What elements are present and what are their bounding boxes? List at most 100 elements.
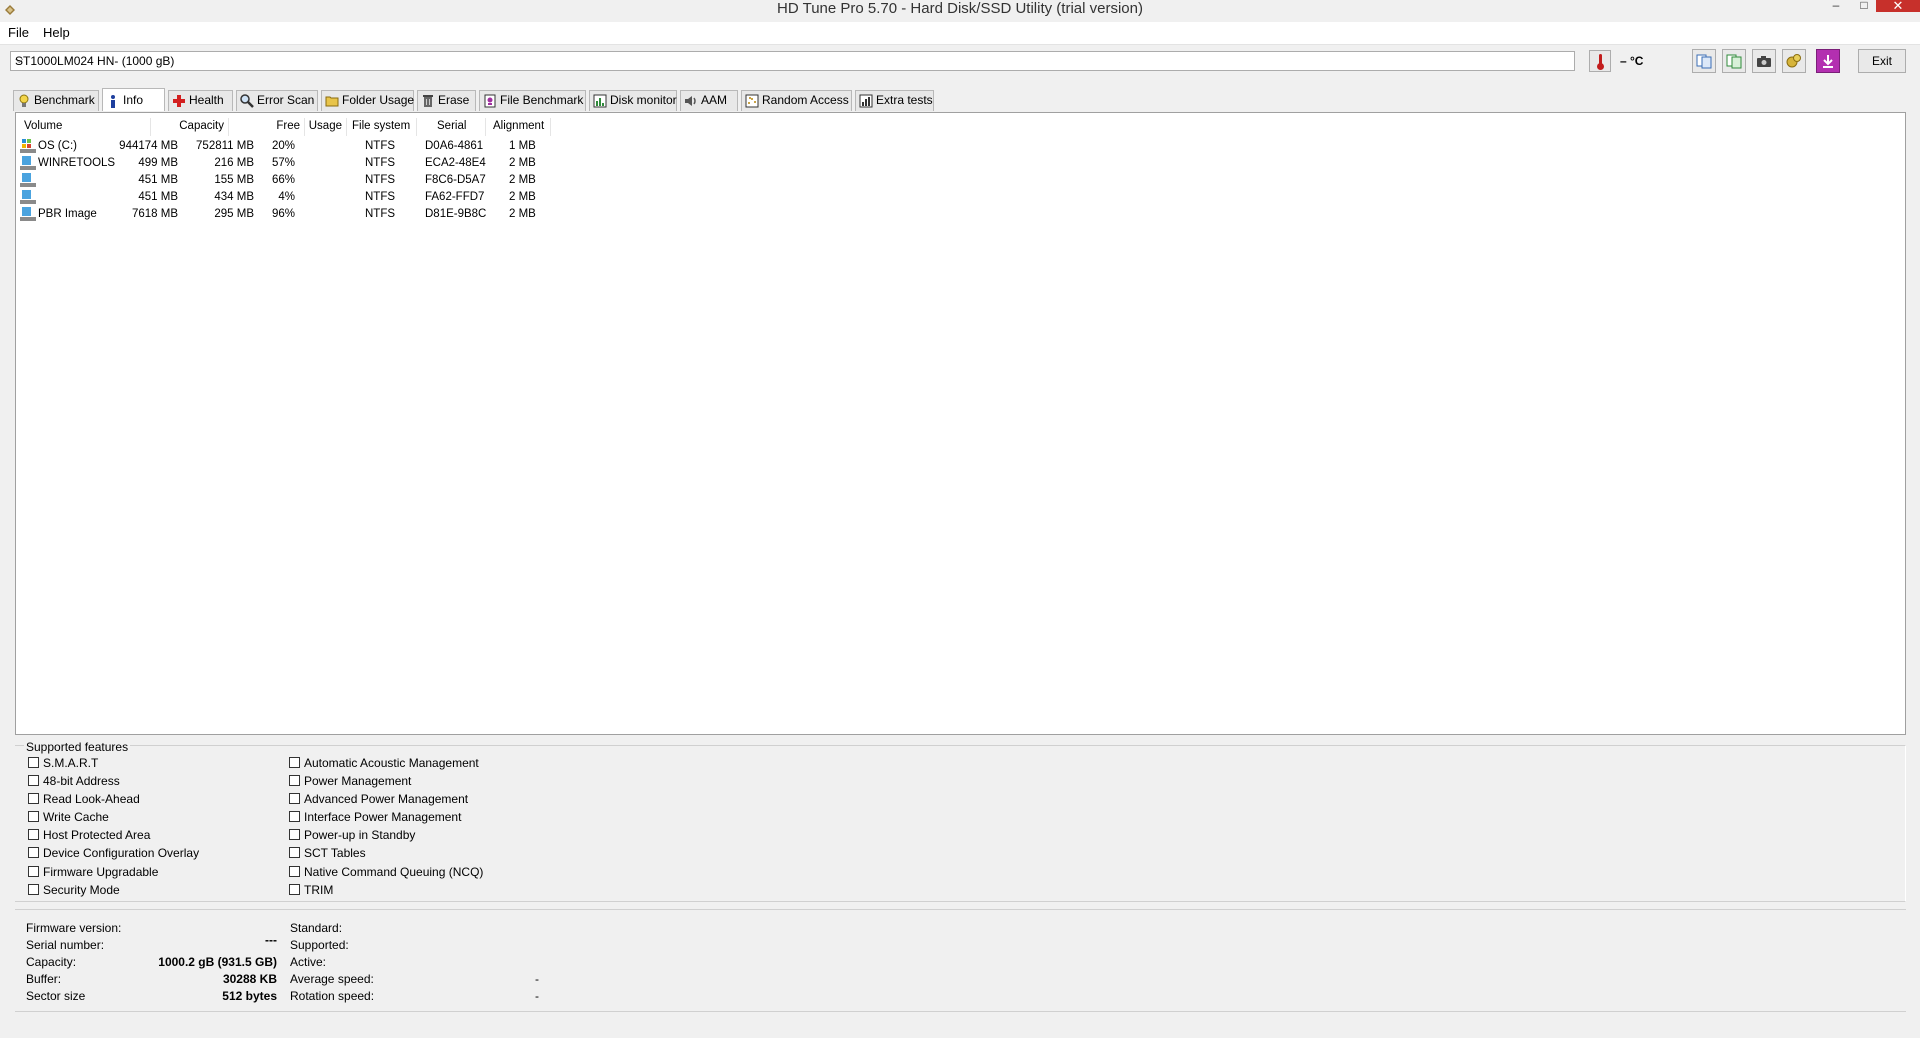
close-button[interactable]: ✕	[1876, 0, 1920, 12]
tab-label: Health	[189, 93, 224, 107]
checkbox[interactable]	[289, 811, 300, 822]
checkbox[interactable]	[28, 866, 39, 877]
drive-icon	[20, 207, 36, 221]
info-panel: Volume Capacity Free Usage File system S…	[15, 112, 1906, 735]
extra-tests-icon	[859, 94, 873, 108]
average-speed-value: -	[535, 972, 539, 986]
maximize-button[interactable]: □	[1857, 0, 1871, 11]
minimize-button[interactable]: –	[1830, 0, 1842, 11]
tab-disk-monitor[interactable]: Disk monitor	[589, 90, 677, 111]
exit-button[interactable]: Exit	[1858, 49, 1906, 73]
sector-size-label: Sector size	[26, 989, 86, 1003]
tab-benchmark[interactable]: Benchmark	[13, 90, 99, 111]
checkbox[interactable]	[28, 775, 39, 786]
drive-icon	[20, 190, 36, 204]
column-header-free[interactable]: Free	[229, 118, 305, 136]
tab-erase[interactable]: Erase	[417, 90, 476, 111]
checkbox[interactable]	[289, 884, 300, 895]
checkbox[interactable]	[289, 866, 300, 877]
checkbox[interactable]	[28, 793, 39, 804]
capacity-label: Capacity:	[26, 955, 77, 969]
tab-label: AAM	[701, 93, 728, 107]
checkbox[interactable]	[289, 793, 300, 804]
tab-label: Erase	[438, 93, 470, 107]
sector-size-value: 512 bytes	[222, 989, 277, 1003]
tab-health[interactable]: Health	[168, 90, 233, 111]
active-label: Active:	[290, 955, 327, 969]
table-row[interactable]: 451 MB 155 MB 66% NTFS F8C6-D5A7 2 MB	[20, 172, 550, 189]
tab-label: Disk monitor	[610, 93, 677, 107]
checkbox[interactable]	[28, 757, 39, 768]
checkbox[interactable]	[28, 811, 39, 822]
lightbulb-icon	[19, 94, 29, 107]
serial-label: Serial number:	[26, 938, 105, 952]
menu-bar: File Help	[0, 22, 1920, 45]
drive-icon	[20, 156, 36, 170]
copy-all-icon	[1726, 54, 1742, 69]
menu-file[interactable]: File	[8, 25, 29, 40]
window-title: HD Tune Pro 5.70 - Hard Disk/SSD Utility…	[777, 0, 1143, 17]
tab-error-scan[interactable]: Error Scan	[236, 90, 318, 111]
health-cross-icon	[173, 95, 185, 107]
temperature-readout: – °C	[1620, 54, 1644, 68]
file-benchmark-icon	[484, 94, 496, 108]
drive-info-section: Firmware version: Serial number: --- Cap…	[15, 909, 1906, 1012]
trash-icon	[423, 95, 433, 107]
chevron-down-icon: ⌵	[15, 54, 24, 66]
checkbox[interactable]	[28, 829, 39, 840]
buffer-value: 30288 KB	[222, 972, 277, 986]
tab-label: Info	[123, 93, 144, 107]
camera-icon	[1757, 56, 1771, 67]
tab-info[interactable]: Info	[102, 88, 165, 111]
options-button[interactable]	[1782, 49, 1806, 73]
capacity-value: 1000.2 gB (931.5 GB)	[158, 955, 277, 969]
tab-folder-usage[interactable]: Folder Usage	[321, 90, 414, 111]
tab-extra-tests[interactable]: Extra tests	[855, 90, 934, 111]
column-header-capacity[interactable]: Capacity	[151, 118, 229, 136]
buffer-label: Buffer:	[26, 972, 62, 986]
column-header-alignment[interactable]: Alignment	[486, 118, 551, 136]
tab-label: Folder Usage	[342, 93, 415, 107]
drive-icon	[20, 173, 36, 187]
checkbox[interactable]	[28, 884, 39, 895]
toolbar: ST1000LM024 HN- (1000 gB) ⌵ – °C Exit	[0, 45, 1920, 87]
table-row[interactable]: OS (C:) 944174 MB 752811 MB 20% NTFS D0A…	[20, 138, 550, 155]
title-bar: HD Tune Pro 5.70 - Hard Disk/SSD Utility…	[0, 0, 1920, 22]
column-header-volume[interactable]: Volume	[20, 118, 151, 136]
save-button[interactable]	[1816, 49, 1840, 73]
column-header-serial[interactable]: Serial	[417, 118, 486, 136]
checkbox[interactable]	[289, 847, 300, 858]
tab-label: Random Access	[762, 93, 849, 107]
column-header-usage[interactable]: Usage	[305, 118, 347, 136]
table-row[interactable]: PBR Image 7618 MB 295 MB 96% NTFS D81E-9…	[20, 206, 550, 223]
column-header-file-system[interactable]: File system	[347, 118, 417, 136]
copy-icon	[1696, 54, 1712, 69]
menu-help[interactable]: Help	[43, 25, 70, 40]
serial-value: ---	[265, 933, 277, 947]
supported-features-group: Supported features S.M.A.R.T 48-bit Addr…	[15, 740, 1906, 902]
supported-label: Supported:	[290, 938, 349, 952]
table-row[interactable]: 451 MB 434 MB 4% NTFS FA62-FFD7 2 MB	[20, 189, 550, 206]
checkbox[interactable]	[289, 757, 300, 768]
checkbox[interactable]	[289, 829, 300, 840]
tab-label: Benchmark	[34, 93, 95, 107]
thermometer-icon[interactable]	[1589, 50, 1611, 72]
random-access-icon	[745, 94, 759, 108]
tab-file-benchmark[interactable]: File Benchmark	[479, 90, 586, 111]
tab-random-access[interactable]: Random Access	[741, 90, 852, 111]
tab-label: Error Scan	[257, 93, 315, 107]
standard-label: Standard:	[290, 921, 343, 935]
firmware-label: Firmware version:	[26, 921, 122, 935]
checkbox[interactable]	[28, 847, 39, 858]
drive-icon	[20, 139, 36, 153]
download-arrow-icon	[1823, 55, 1833, 68]
options-icon	[1786, 54, 1801, 68]
disk-monitor-icon	[593, 94, 607, 108]
drive-select[interactable]: ST1000LM024 HN- (1000 gB) ⌵	[10, 51, 1575, 71]
tab-aam[interactable]: AAM	[680, 90, 738, 111]
screenshot-button[interactable]	[1752, 49, 1776, 73]
table-row[interactable]: WINRETOOLS 499 MB 216 MB 57% NTFS ECA2-4…	[20, 155, 550, 172]
copy-info-button[interactable]	[1692, 49, 1716, 73]
copy-all-button[interactable]	[1722, 49, 1746, 73]
checkbox[interactable]	[289, 775, 300, 786]
